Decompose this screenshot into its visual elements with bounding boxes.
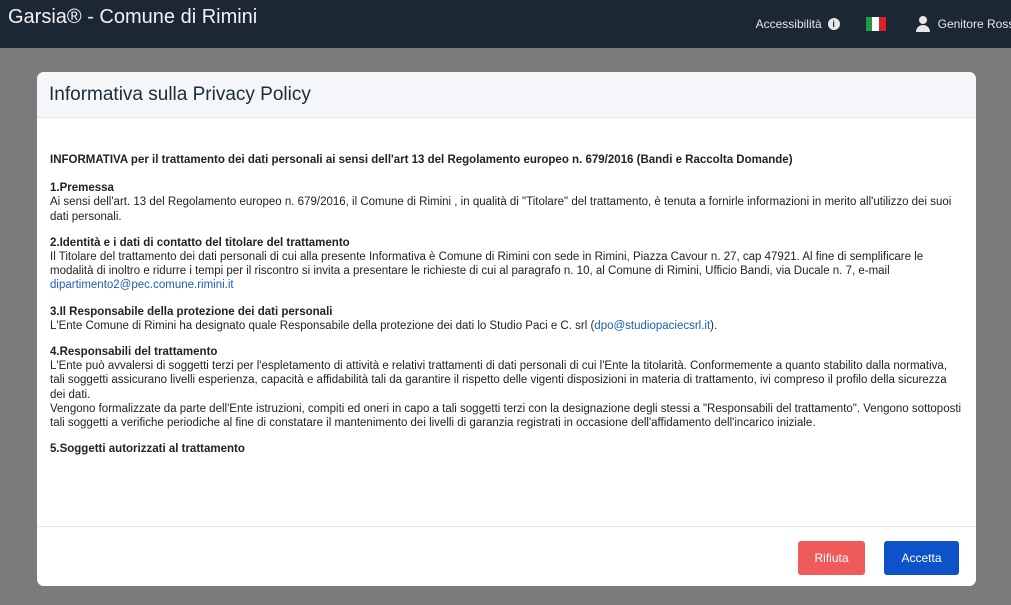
section-title: 4.Responsabili del trattamento	[50, 346, 218, 359]
section-responsabili: 4.Responsabili del trattamento L'Ente pu…	[50, 345, 964, 430]
dpo-email-link[interactable]: dpo@studiopaciecsrl.it	[594, 320, 710, 332]
section-text-2: Vengono formalizzate da parte dell'Ente …	[50, 402, 962, 430]
section-premessa: 1.Premessa Ai sensi dell'art. 13 del Reg…	[50, 181, 964, 224]
section-soggetti: 5.Soggetti autorizzati al trattamento	[50, 442, 964, 456]
accessibility-link[interactable]: Accessibilità i	[756, 17, 840, 31]
modal-title: Informativa sulla Privacy Policy	[49, 84, 311, 105]
dpo-text-before: L'Ente Comune di Rimini ha designato qua…	[50, 319, 595, 332]
navbar-right: Accessibilità i Genitore Rossi	[756, 0, 1011, 48]
section-title: 2.Identità e i dati di contatto del tito…	[50, 236, 350, 249]
italian-flag-icon[interactable]	[865, 17, 886, 31]
dpo-text-after: ).	[710, 319, 718, 332]
reject-button[interactable]: Rifiuta	[798, 541, 865, 575]
section-text: L'Ente Comune di Rimini ha designato qua…	[50, 319, 964, 333]
privacy-policy-modal: Informativa sulla Privacy Policy INFORMA…	[37, 72, 976, 586]
section-title: 3.Il Responsabile della protezione dei d…	[50, 305, 333, 318]
pec-email-link[interactable]: dipartimento2@pec.comune.rimini.it	[50, 278, 964, 292]
modal-body-scroll[interactable]: INFORMATIVA per il trattamento dei dati …	[37, 118, 976, 526]
section-titolare: 2.Identità e i dati di contatto del tito…	[50, 236, 964, 293]
info-icon: i	[827, 18, 840, 30]
app-brand[interactable]: Garsia® - Comune di Rimini	[8, 6, 257, 29]
modal-header: Informativa sulla Privacy Policy	[37, 72, 976, 118]
section-text: L'Ente può avvalersi di soggetti terzi p…	[50, 360, 948, 401]
top-navbar: Garsia® - Comune di Rimini Accessibilità…	[0, 0, 1011, 48]
user-icon[interactable]	[915, 16, 930, 32]
accessibility-label: Accessibilità	[755, 17, 822, 31]
section-text: Ai sensi dell'art. 13 del Regolamento eu…	[50, 196, 952, 223]
intro-heading: INFORMATIVA per il trattamento dei dati …	[50, 154, 793, 166]
user-name[interactable]: Genitore Rossi	[938, 17, 1011, 31]
section-dpo: 3.Il Responsabile della protezione dei d…	[50, 305, 964, 333]
section-text: Il Titolare del trattamento dei dati per…	[50, 251, 924, 278]
section-title: 5.Soggetti autorizzati al trattamento	[50, 443, 245, 456]
section-title: 1.Premessa	[50, 182, 114, 195]
accept-button[interactable]: Accetta	[884, 541, 959, 575]
modal-footer: Rifiuta Accetta	[37, 526, 976, 586]
